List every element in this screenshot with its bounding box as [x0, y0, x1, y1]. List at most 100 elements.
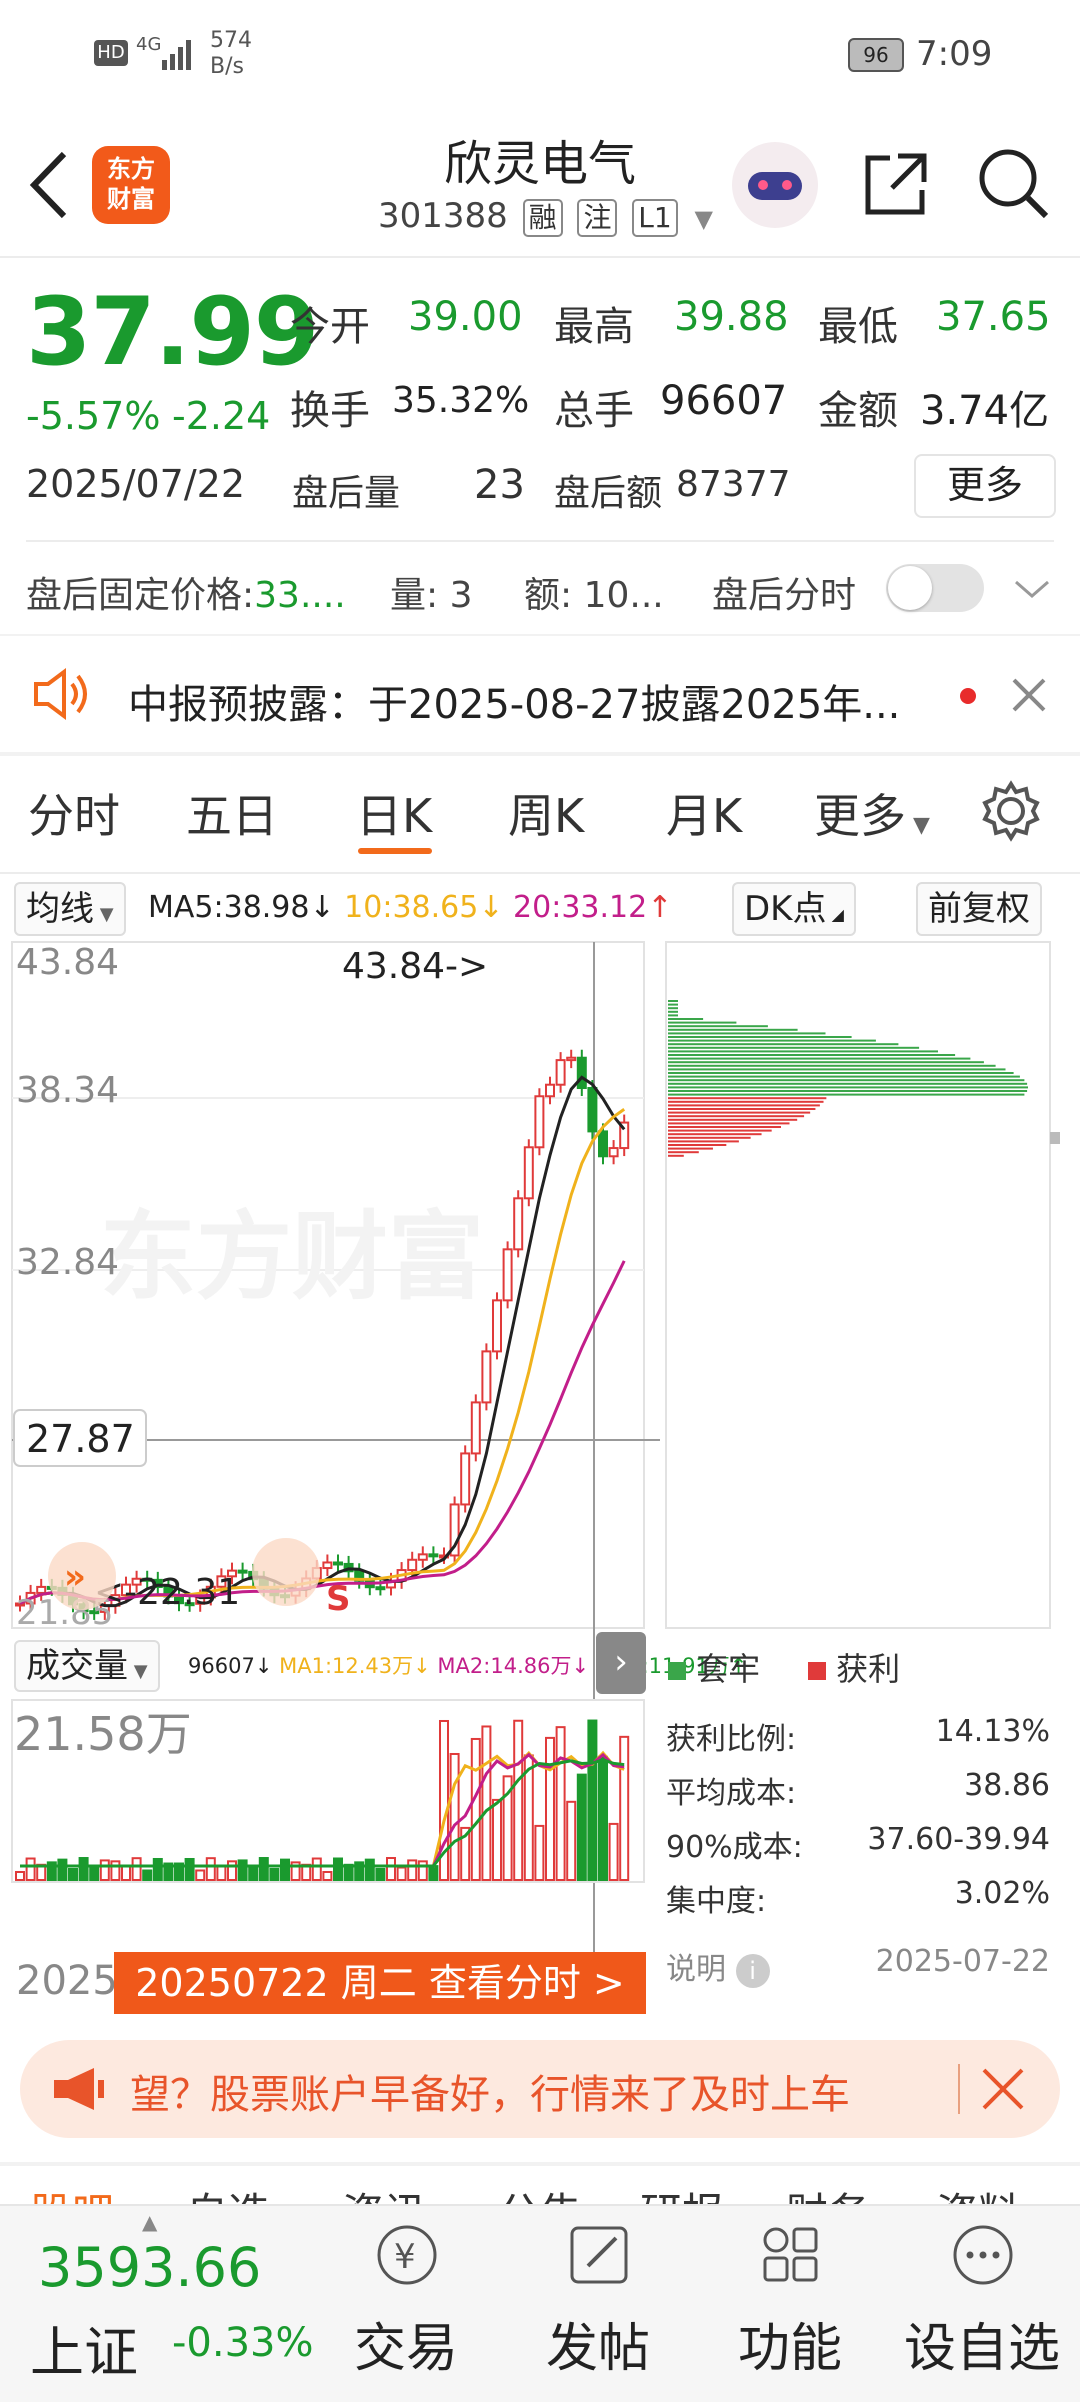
info-icon: i [735, 1954, 770, 1988]
section-tabs-peek[interactable]: 股吧 自选 资讯 公告 研报 财务 资料 [0, 2180, 1080, 2206]
chip-bar [668, 1068, 1006, 1071]
chevron-down-icon[interactable] [1012, 576, 1052, 602]
chip-bar [668, 1018, 704, 1020]
chip-bar [668, 1144, 727, 1146]
index-name[interactable]: 上证 [30, 2308, 138, 2387]
candle-body [502, 1248, 513, 1302]
chip-bar [668, 1090, 1028, 1092]
chip-bar [668, 1014, 678, 1017]
expand-arrow-icon[interactable]: › [596, 1632, 646, 1694]
trade-yen-icon: ¥ [377, 2225, 437, 2285]
volume-bar [184, 1857, 195, 1882]
collapse-arrow-icon[interactable]: ▲ [142, 2210, 157, 2234]
svg-text:¥: ¥ [394, 2237, 416, 2277]
chip-bar [668, 1079, 1025, 1082]
low-value: 37.65 [936, 294, 1051, 340]
chip-bar [668, 1057, 971, 1060]
close-icon[interactable] [1010, 676, 1048, 714]
index-change: -0.33% [172, 2320, 314, 2366]
volume-bar [57, 1858, 68, 1882]
more-dots-icon [953, 2225, 1013, 2285]
candle-body [555, 1059, 566, 1086]
chip-bar [668, 1093, 1025, 1096]
volume-bar [481, 1725, 492, 1882]
tab-daily-k[interactable]: 日K [356, 780, 432, 846]
chip-bar [668, 1154, 684, 1157]
active-tab-indicator [358, 848, 432, 854]
candle-body [587, 1087, 598, 1133]
volume-selector[interactable]: 成交量 ▼ [14, 1640, 160, 1692]
explain-link[interactable]: 说明 i [666, 1944, 770, 1988]
distribution-date: 2025-07-22 [875, 1944, 1050, 1979]
stock-code-row[interactable]: 301388 融 注 L1 ▼ [378, 196, 713, 237]
view-intraday-button[interactable]: 20250722 周二 查看分时 > [114, 1952, 646, 2014]
back-icon[interactable] [24, 148, 74, 222]
volume-bar [68, 1867, 78, 1882]
candle-body [513, 1197, 524, 1251]
volume-bar [205, 1857, 216, 1881]
candle-body [598, 1130, 608, 1158]
volume-bar [15, 1871, 25, 1881]
y-label-top: 43.84 [16, 942, 119, 983]
volume-bar [333, 1857, 343, 1881]
net-speed: 574 B/s [210, 28, 252, 79]
chip-bar [668, 1100, 824, 1103]
more-button[interactable]: 更多 [914, 454, 1056, 518]
amount-value: 3.74亿 [920, 388, 1050, 434]
candle-body [492, 1299, 502, 1353]
chip-bar [668, 1021, 737, 1024]
adjust-button[interactable]: 前复权 [916, 882, 1042, 936]
sell-signal-bubble [252, 1538, 320, 1606]
volume-bar [131, 1857, 142, 1881]
candle-body [407, 1558, 418, 1572]
promo-banner[interactable]: 望？股票账户早备好，行情来了及时上车 [20, 2040, 1060, 2138]
index-value[interactable]: 3593.66 [38, 2236, 261, 2299]
candle-body [470, 1401, 481, 1455]
tab-more[interactable]: 更多 ▼ [814, 780, 930, 846]
after-amount-value: 87377 [676, 464, 791, 505]
volume-bar [216, 1865, 227, 1882]
search-icon[interactable] [976, 146, 1050, 222]
chip-bar [668, 1108, 816, 1110]
after-hours-row: 盘后固定价格:33.... [26, 575, 346, 616]
candle-body [523, 1146, 534, 1200]
volume-ma-values: 96607↓ MA1:12.43万↓ MA2:14.86万↓ MA3:11.91… [188, 1654, 748, 1678]
chip-bar [668, 1036, 852, 1038]
volume-bar [470, 1737, 481, 1881]
tab-weekly-k[interactable]: 周K [508, 780, 584, 846]
chip-bar [668, 1061, 984, 1064]
dk-point-button[interactable]: DK点 ◢ [732, 882, 856, 936]
open-value: 39.00 [408, 294, 523, 340]
app-logo[interactable]: 东方 财富 [92, 146, 170, 224]
volume-bar [227, 1860, 237, 1881]
chip-bar [668, 1115, 805, 1118]
candle-body [417, 1553, 428, 1561]
ma20-value: 20:33.12 [513, 890, 648, 925]
chip-bar [668, 1043, 899, 1046]
tab-monthly-k[interactable]: 月K [666, 780, 742, 846]
change-percent: -5.57% [26, 394, 161, 438]
chip-bar [668, 1126, 781, 1128]
bottom-navigation: ▲ 3593.66 上证 -0.33% ¥ 交易 发帖 功能 设自选 [0, 2204, 1080, 2402]
ma-selector[interactable]: 均线 ▼ [14, 882, 126, 936]
volume-bar [386, 1857, 396, 1881]
settings-gear-icon[interactable] [978, 778, 1044, 844]
y-label-2: 38.34 [16, 1070, 119, 1111]
kline-chart[interactable]: 东方财富 43.84 38.34 32.84 27.87 21.85 43.84… [0, 940, 660, 2020]
after-hours-toggle[interactable] [886, 564, 984, 612]
robot-assistant-icon[interactable] [732, 142, 818, 228]
volume-bar [311, 1857, 322, 1881]
candle-body [545, 1083, 555, 1098]
volume-bar [417, 1860, 428, 1881]
banner-close-icon[interactable] [980, 2066, 1026, 2112]
after-volume-value: 23 [474, 462, 525, 508]
tab-intraday[interactable]: 分时 [28, 780, 120, 846]
chip-bar [668, 1000, 678, 1002]
volume-bar [545, 1736, 555, 1882]
dropdown-icon[interactable]: ▼ [695, 205, 713, 233]
notice-bar[interactable]: 中报预披露：于2025-08-27披露2025年... [0, 636, 1080, 752]
tab-five-day[interactable]: 五日 [186, 780, 278, 846]
low-label: 最低 [818, 304, 898, 350]
share-icon[interactable] [860, 148, 930, 220]
ma5-value: MA5:38.98 [148, 890, 310, 925]
